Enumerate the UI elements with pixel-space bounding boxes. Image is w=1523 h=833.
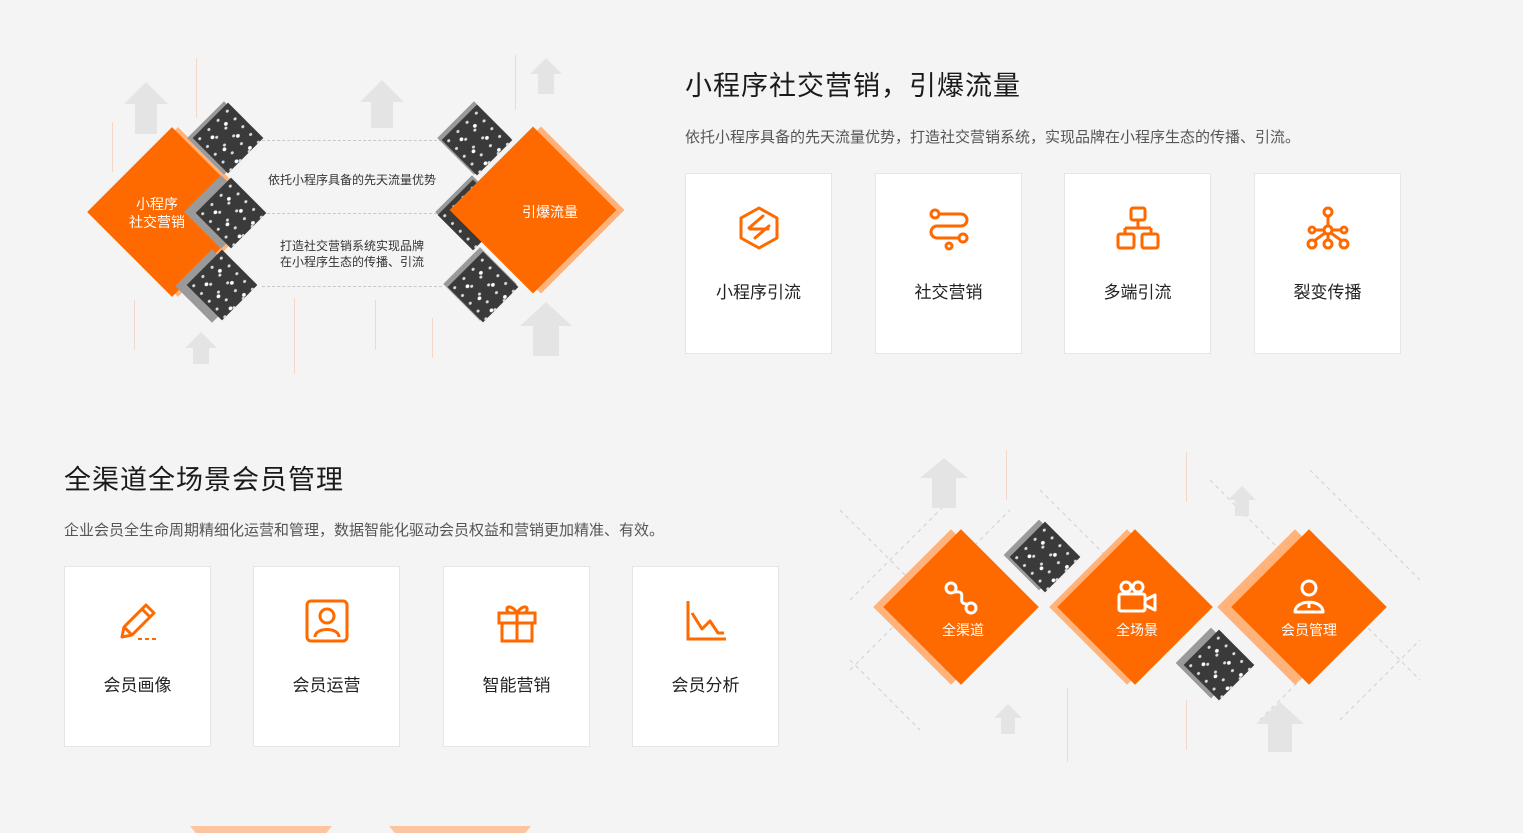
- bg-arrow: [520, 302, 572, 326]
- chart-icon: [686, 601, 726, 641]
- bg-line: [515, 55, 516, 110]
- diagram-text-bottom: 打造社交营销系统实现品牌 在小程序生态的传播、引流: [279, 239, 424, 269]
- pencil-icon: [120, 603, 158, 640]
- bg-arrow: [360, 80, 404, 102]
- card-miniprogram-traffic[interactable]: 小程序引流: [685, 173, 832, 354]
- bg-line: [1067, 688, 1068, 762]
- bg-arrow: [530, 58, 562, 74]
- diagram-text-top: 依托小程序具备的先天流量优势: [267, 173, 436, 187]
- bg-line: [294, 298, 295, 374]
- section1-desc: 依托小程序具备的先天流量优势，打造社交营销系统，实现品牌在小程序生态的传播、引流…: [685, 128, 1301, 146]
- bg-arrow: [124, 82, 168, 104]
- bg-arrow: [994, 704, 1022, 718]
- card-label: 会员画像: [103, 676, 172, 696]
- card-viral-spread[interactable]: 裂变传播: [1254, 173, 1401, 354]
- bg-arrow-stem: [932, 478, 956, 508]
- diamond-label: 全渠道: [942, 623, 984, 639]
- flow-icon: [929, 208, 968, 251]
- card-member-analysis[interactable]: 会员分析: [632, 566, 779, 747]
- bg-arrow-stem: [371, 102, 393, 128]
- card-member-profile[interactable]: 会员画像: [64, 566, 211, 747]
- bg-arrow: [1228, 486, 1256, 500]
- connector-line: [262, 213, 442, 214]
- bg-arrow-stem: [1268, 724, 1292, 752]
- diamond-label: 全场景: [1116, 623, 1158, 639]
- diamond-label: 会员管理: [1281, 623, 1337, 639]
- bg-arrow-stem: [1235, 500, 1249, 516]
- diamond-right-label: 引爆流量: [522, 205, 578, 221]
- bg-line: [1186, 700, 1187, 750]
- card-member-operation[interactable]: 会员运营: [253, 566, 400, 747]
- bg-line: [196, 58, 197, 118]
- bg-line: [1006, 450, 1007, 500]
- bg-line: [432, 318, 433, 358]
- bg-arrow-stem: [538, 74, 554, 94]
- bg-arrow: [1256, 702, 1304, 724]
- bg-arrow-stem: [193, 348, 209, 364]
- gift-icon: [497, 605, 536, 643]
- card-label: 社交营销: [914, 283, 983, 303]
- bg-arrow-stem: [533, 326, 559, 356]
- decor-strip: [190, 826, 332, 833]
- card-label: 裂变传播: [1293, 283, 1362, 303]
- user-card-icon: [305, 599, 348, 643]
- decor-strip: [389, 826, 531, 833]
- bg-arrow-stem: [135, 104, 157, 134]
- connector-line: [262, 140, 442, 141]
- card-smart-marketing[interactable]: 智能营销: [443, 566, 590, 747]
- bg-line: [375, 300, 376, 350]
- bg-line: [134, 300, 135, 350]
- card-social-marketing[interactable]: 社交营销: [875, 173, 1022, 354]
- connector-line: [262, 286, 442, 287]
- card-label: 小程序引流: [716, 283, 801, 303]
- link-icon: [944, 581, 978, 615]
- network-icon: [1306, 206, 1349, 250]
- section2-title: 全渠道全场景会员管理: [64, 465, 344, 496]
- bg-arrow: [185, 332, 217, 348]
- card-label: 多端引流: [1103, 283, 1172, 303]
- bg-arrow-stem: [1001, 718, 1015, 734]
- section1-title: 小程序社交营销，引爆流量: [685, 71, 1021, 102]
- section2-desc: 企业会员全生命周期精细化运营和管理，数据智能化驱动会员权益和营销更加精准、有效。: [64, 521, 665, 539]
- video-camera-icon: [1117, 580, 1157, 613]
- card-label: 智能营销: [482, 676, 551, 696]
- user-icon: [1293, 579, 1325, 614]
- bg-line: [1186, 452, 1187, 502]
- bg-arrow: [920, 458, 968, 478]
- card-label: 会员分析: [671, 676, 740, 696]
- card-multi-channel[interactable]: 多端引流: [1064, 173, 1211, 354]
- hexagon-icon: [739, 206, 778, 250]
- bg-line: [112, 122, 113, 172]
- hierarchy-icon: [1116, 206, 1159, 250]
- card-label: 会员运营: [292, 676, 361, 696]
